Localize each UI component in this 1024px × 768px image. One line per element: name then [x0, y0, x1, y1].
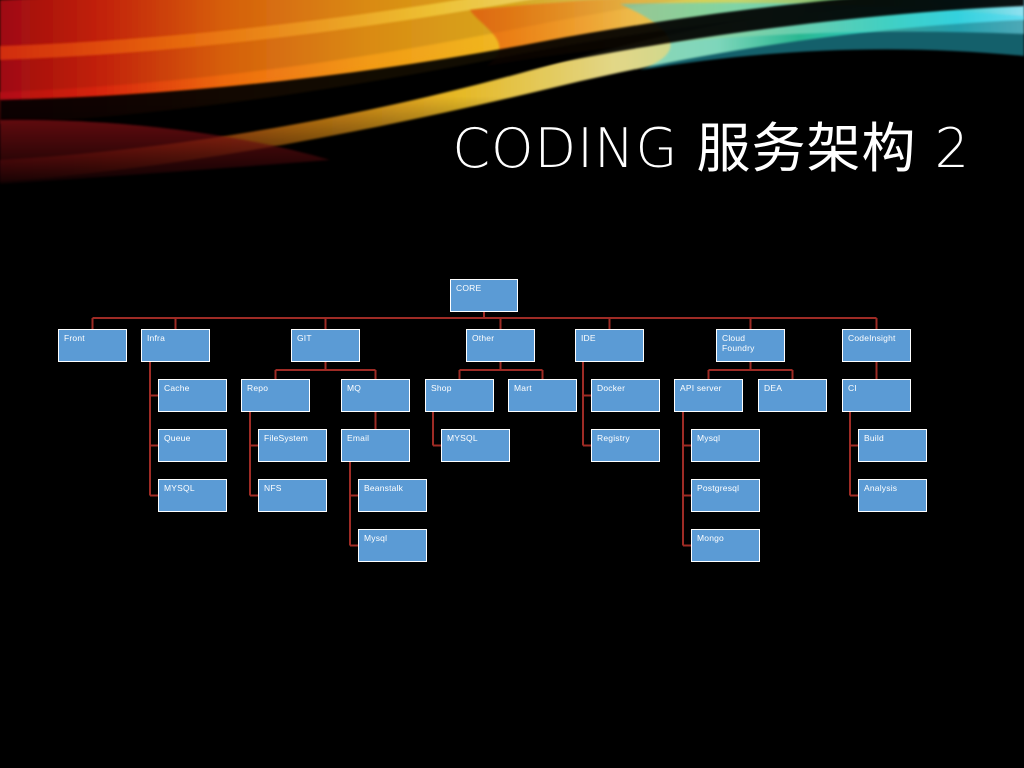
node-docker[interactable]: Docker	[591, 379, 660, 412]
slide-canvas: CODING 服务架构 2 CORE Front Infra GIT Other…	[0, 0, 1024, 768]
node-core[interactable]: CORE	[450, 279, 518, 312]
node-label: Postgresql	[697, 483, 740, 493]
node-label: Registry	[597, 433, 630, 443]
node-label: Mysql	[364, 533, 388, 543]
node-shop[interactable]: Shop	[425, 379, 494, 412]
node-label: FileSystem	[264, 433, 309, 443]
node-mart[interactable]: Mart	[508, 379, 577, 412]
node-label: CI	[848, 383, 857, 393]
node-codeinsight[interactable]: CodeInsight	[842, 329, 911, 362]
node-label: Cache	[164, 383, 190, 393]
node-mysql-mq[interactable]: Mysql	[358, 529, 427, 562]
node-nfs[interactable]: NFS	[258, 479, 327, 512]
node-label: Build	[864, 433, 884, 443]
node-label: Mongo	[697, 533, 724, 543]
node-label: Docker	[597, 383, 626, 393]
node-label: Queue	[164, 433, 191, 443]
node-email[interactable]: Email	[341, 429, 410, 462]
node-ide[interactable]: IDE	[575, 329, 644, 362]
node-cache[interactable]: Cache	[158, 379, 227, 412]
node-label: MQ	[347, 383, 362, 393]
node-mq[interactable]: MQ	[341, 379, 410, 412]
node-label: CodeInsight	[848, 333, 896, 343]
node-queue[interactable]: Queue	[158, 429, 227, 462]
node-label: DEA	[764, 383, 783, 393]
node-postgresql[interactable]: Postgresql	[691, 479, 760, 512]
node-label: Mysql	[697, 433, 721, 443]
node-analysis[interactable]: Analysis	[858, 479, 927, 512]
node-label: Cloud Foundry	[722, 333, 755, 353]
node-label: IDE	[581, 333, 596, 343]
node-mysql-cloudfoundry[interactable]: Mysql	[691, 429, 760, 462]
node-infra[interactable]: Infra	[141, 329, 210, 362]
node-dea[interactable]: DEA	[758, 379, 827, 412]
node-label: CORE	[456, 283, 482, 293]
node-mysql-infra[interactable]: MYSQL	[158, 479, 227, 512]
node-beanstalk[interactable]: Beanstalk	[358, 479, 427, 512]
node-other[interactable]: Other	[466, 329, 535, 362]
node-front[interactable]: Front	[58, 329, 127, 362]
node-label: Mart	[514, 383, 532, 393]
node-mongo[interactable]: Mongo	[691, 529, 760, 562]
node-label: MYSQL	[164, 483, 195, 493]
node-label: MYSQL	[447, 433, 478, 443]
org-chart: CORE Front Infra GIT Other IDE Cloud Fou…	[0, 0, 1024, 768]
node-label: Shop	[431, 383, 452, 393]
node-filesystem[interactable]: FileSystem	[258, 429, 327, 462]
node-registry[interactable]: Registry	[591, 429, 660, 462]
node-label: GIT	[297, 333, 312, 343]
node-label: Analysis	[864, 483, 898, 493]
node-label: Other	[472, 333, 495, 343]
node-label: API server	[680, 383, 722, 393]
node-ci[interactable]: CI	[842, 379, 911, 412]
node-cloud-foundry[interactable]: Cloud Foundry	[716, 329, 785, 362]
node-git[interactable]: GIT	[291, 329, 360, 362]
node-label: NFS	[264, 483, 282, 493]
node-label: Beanstalk	[364, 483, 404, 493]
node-api-server[interactable]: API server	[674, 379, 743, 412]
node-label: Infra	[147, 333, 166, 343]
node-repo[interactable]: Repo	[241, 379, 310, 412]
node-build[interactable]: Build	[858, 429, 927, 462]
node-label: Repo	[247, 383, 269, 393]
node-mysql-shop[interactable]: MYSQL	[441, 429, 510, 462]
node-label: Front	[64, 333, 85, 343]
node-label: Email	[347, 433, 370, 443]
